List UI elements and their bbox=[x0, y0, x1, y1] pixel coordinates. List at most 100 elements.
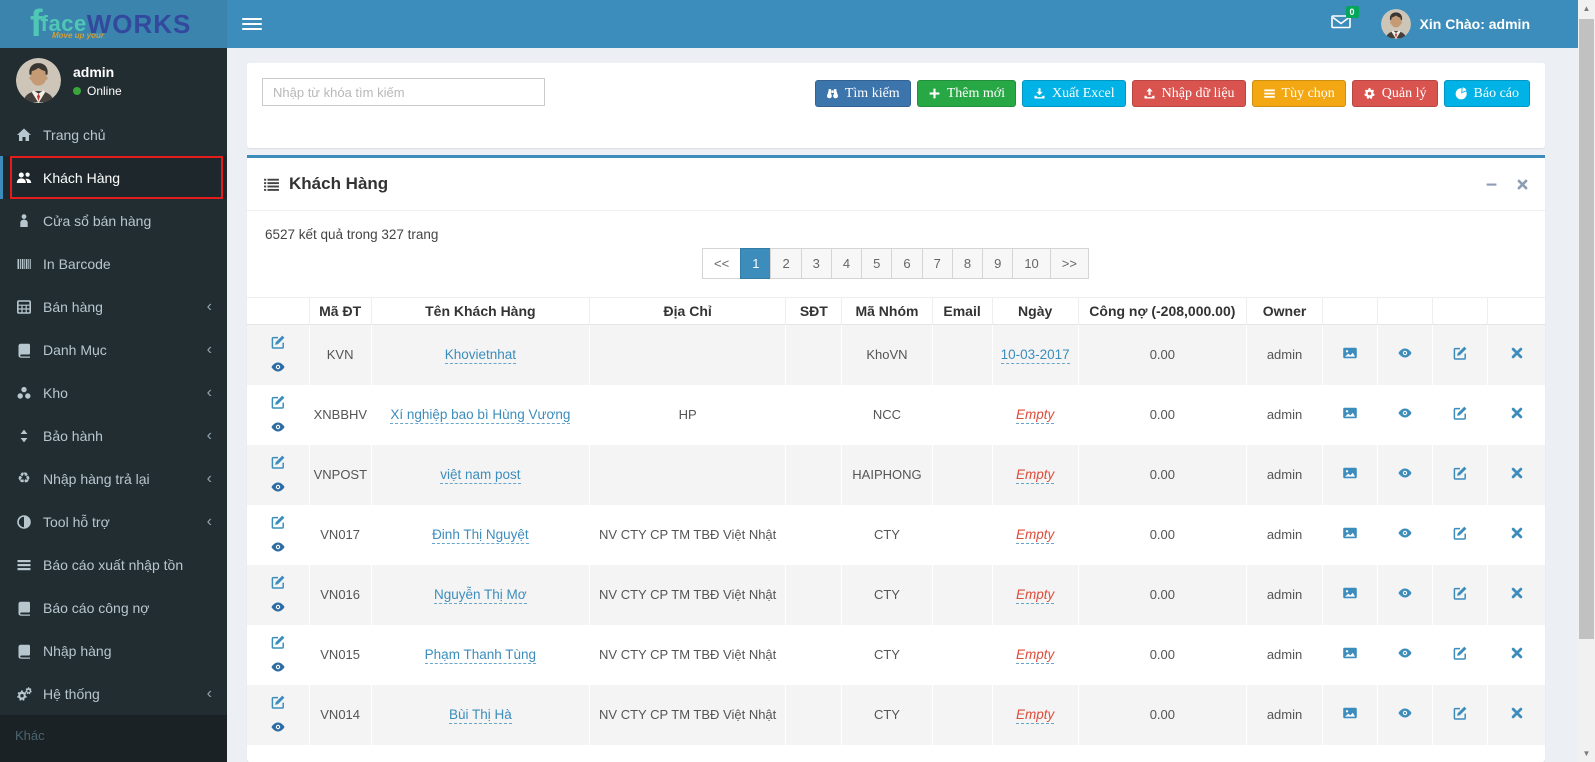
customer-name-link[interactable]: Đinh Thị Nguyệt bbox=[432, 527, 529, 544]
edit-icon[interactable] bbox=[270, 334, 286, 350]
eye-icon[interactable] bbox=[270, 719, 286, 735]
brand-logo[interactable]: f face WORKS Move up your bbox=[0, 0, 227, 48]
eye-icon[interactable] bbox=[1397, 405, 1413, 421]
date-empty-link[interactable]: Empty bbox=[1016, 407, 1055, 424]
them-moi-button[interactable]: Thêm mới bbox=[916, 80, 1017, 107]
edit-icon[interactable] bbox=[270, 454, 286, 470]
eye-icon[interactable] bbox=[270, 419, 286, 435]
pagination-page-4[interactable]: 4 bbox=[830, 248, 863, 279]
image-icon[interactable] bbox=[1342, 345, 1358, 361]
messages-button[interactable]: 0 bbox=[1330, 6, 1359, 35]
scroll-down-icon[interactable]: ▼ bbox=[1578, 745, 1595, 762]
sidebar-item-bao-cao-xuat-nhap-ton[interactable]: Báo cáo xuất nhập tồn bbox=[0, 543, 227, 586]
date-empty-link[interactable]: Empty bbox=[1016, 707, 1055, 724]
sidebar-item-he-thong[interactable]: Hệ thống ‹ bbox=[0, 672, 227, 715]
sidebar-item-cua-so-ban-hang[interactable]: Cửa sổ bán hàng bbox=[0, 199, 227, 242]
edit-icon[interactable] bbox=[270, 634, 286, 650]
bao-cao-button[interactable]: Báo cáo bbox=[1443, 80, 1530, 107]
close-icon[interactable] bbox=[1510, 346, 1524, 360]
pagination-page-6[interactable]: 6 bbox=[891, 248, 923, 279]
pagination-page-1[interactable]: 1 bbox=[740, 248, 772, 279]
pagination-prev[interactable]: << bbox=[702, 248, 742, 279]
pagination-page-8[interactable]: 8 bbox=[951, 248, 984, 279]
sidebar-item-kho[interactable]: Kho ‹ bbox=[0, 371, 227, 414]
search-input[interactable] bbox=[262, 78, 545, 106]
sidebar-item-bao-cao-cong-no[interactable]: Báo cáo công nợ bbox=[0, 586, 227, 629]
user-greeting[interactable]: Xin Chào: admin bbox=[1420, 16, 1530, 32]
eye-icon[interactable] bbox=[1397, 585, 1413, 601]
image-icon[interactable] bbox=[1342, 585, 1358, 601]
edit-icon[interactable] bbox=[1452, 585, 1468, 601]
user-menu-avatar[interactable] bbox=[1380, 9, 1411, 39]
close-icon[interactable] bbox=[1510, 466, 1524, 480]
customer-name-link[interactable]: Khovietnhat bbox=[444, 347, 516, 365]
customer-name-link[interactable]: Xí nghiệp bao bì Hùng Vương bbox=[390, 407, 571, 424]
scroll-up-icon[interactable]: ▲ bbox=[1578, 0, 1595, 17]
eye-icon[interactable] bbox=[1397, 465, 1413, 481]
edit-icon[interactable] bbox=[1452, 345, 1468, 361]
pagination-page-7[interactable]: 7 bbox=[921, 248, 953, 279]
edit-icon[interactable] bbox=[1452, 525, 1468, 541]
sidebar-item-bao-hanh[interactable]: Bảo hành ‹ bbox=[0, 414, 227, 457]
customer-name-link[interactable]: việt nam post bbox=[440, 467, 521, 484]
date-empty-link[interactable]: Empty bbox=[1016, 647, 1055, 664]
eye-icon[interactable] bbox=[270, 659, 286, 675]
edit-icon[interactable] bbox=[270, 394, 286, 410]
image-icon[interactable] bbox=[1342, 465, 1358, 481]
pagination-page-2[interactable]: 2 bbox=[770, 248, 802, 279]
quan-ly-button[interactable]: Quản lý bbox=[1351, 80, 1438, 107]
sidebar-toggle-icon[interactable] bbox=[242, 18, 262, 30]
date-empty-link[interactable]: Empty bbox=[1016, 467, 1055, 484]
edit-icon[interactable] bbox=[270, 514, 286, 530]
close-icon[interactable] bbox=[1510, 706, 1524, 720]
edit-icon[interactable] bbox=[1452, 645, 1468, 661]
pagination-page-3[interactable]: 3 bbox=[800, 248, 832, 279]
sidebar-item-danh-muc[interactable]: Danh Mục ‹ bbox=[0, 328, 227, 371]
sidebar-item-nhap-hang[interactable]: Nhập hàng bbox=[0, 629, 227, 672]
tuy-chon-button[interactable]: Tùy chọn bbox=[1251, 80, 1346, 107]
edit-icon[interactable] bbox=[270, 694, 286, 710]
customer-name-link[interactable]: Nguyễn Thị Mơ bbox=[434, 587, 527, 604]
scrollbar-thumb[interactable] bbox=[1579, 19, 1594, 639]
date-empty-link[interactable]: Empty bbox=[1016, 587, 1055, 604]
eye-icon[interactable] bbox=[270, 359, 286, 375]
edit-icon[interactable] bbox=[270, 574, 286, 590]
close-icon[interactable] bbox=[1510, 646, 1524, 660]
edit-icon[interactable] bbox=[1452, 465, 1468, 481]
eye-icon[interactable] bbox=[1397, 705, 1413, 721]
xuat-excel-button[interactable]: Xuất Excel bbox=[1022, 80, 1126, 107]
close-icon[interactable] bbox=[1510, 586, 1524, 600]
eye-icon[interactable] bbox=[270, 599, 286, 615]
image-icon[interactable] bbox=[1342, 705, 1358, 721]
edit-icon[interactable] bbox=[1452, 705, 1468, 721]
eye-icon[interactable] bbox=[1397, 345, 1413, 361]
image-icon[interactable] bbox=[1342, 525, 1358, 541]
sidebar-item-khach-hang[interactable]: Khách Hàng bbox=[0, 156, 227, 200]
edit-icon[interactable] bbox=[1452, 405, 1468, 421]
sidebar-item-trang-chu[interactable]: Trang chủ bbox=[0, 113, 227, 156]
pagination-page-9[interactable]: 9 bbox=[982, 248, 1014, 279]
eye-icon[interactable] bbox=[1397, 645, 1413, 661]
sidebar-item-in-barcode[interactable]: In Barcode bbox=[0, 242, 227, 285]
eye-icon[interactable] bbox=[1397, 525, 1413, 541]
image-icon[interactable] bbox=[1342, 645, 1358, 661]
date-link[interactable]: 10-03-2017 bbox=[1000, 347, 1070, 365]
pagination-next[interactable]: >> bbox=[1049, 248, 1089, 279]
pagination-page-10[interactable]: 10 bbox=[1012, 248, 1051, 279]
image-icon[interactable] bbox=[1342, 405, 1358, 421]
date-empty-link[interactable]: Empty bbox=[1016, 527, 1055, 544]
minimize-icon[interactable] bbox=[1485, 178, 1498, 191]
close-icon[interactable] bbox=[1510, 406, 1524, 420]
eye-icon[interactable] bbox=[270, 479, 286, 495]
customer-name-link[interactable]: Phạm Thanh Tùng bbox=[424, 647, 537, 664]
customer-name-link[interactable]: Bùi Thị Hà bbox=[448, 707, 512, 724]
nhap-du-lieu-button[interactable]: Nhập dữ liệu bbox=[1131, 80, 1246, 107]
sidebar-item-ban-hang[interactable]: Bán hàng ‹ bbox=[0, 285, 227, 328]
sidebar-item-nhap-hang-tra-lai[interactable]: ♻ Nhập hàng trả lại ‹ bbox=[0, 457, 227, 500]
close-icon[interactable] bbox=[1510, 526, 1524, 540]
close-panel-icon[interactable] bbox=[1516, 178, 1529, 191]
pagination-page-5[interactable]: 5 bbox=[861, 248, 893, 279]
sidebar-item-tool-ho-tro[interactable]: Tool hỗ trợ ‹ bbox=[0, 500, 227, 543]
tim-kiem-button[interactable]: Tìm kiếm bbox=[814, 80, 911, 107]
eye-icon[interactable] bbox=[270, 539, 286, 555]
